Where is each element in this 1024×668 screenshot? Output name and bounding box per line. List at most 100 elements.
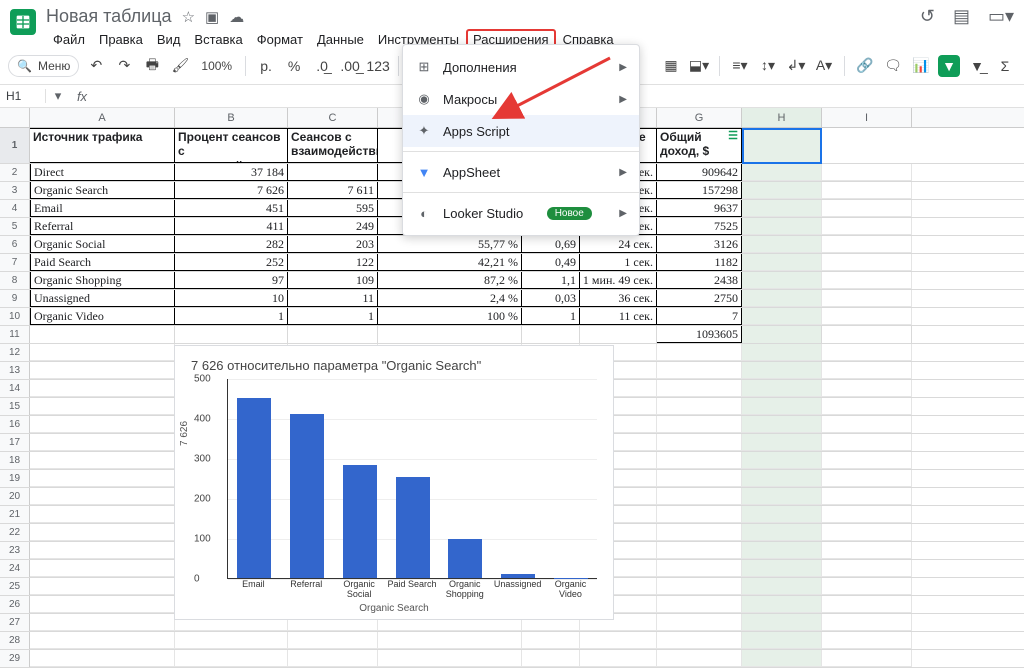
decrease-decimal[interactable]: .0̲ <box>311 55 333 77</box>
cell-h4[interactable] <box>742 200 822 217</box>
cell-i1[interactable] <box>822 128 912 163</box>
row-header-25[interactable]: 25 <box>0 578 30 595</box>
menu-format[interactable]: Формат <box>250 29 310 50</box>
row-header-19[interactable]: 19 <box>0 470 30 487</box>
increase-decimal[interactable]: .00̲ <box>339 55 361 77</box>
merge-button[interactable]: ⬓▾ <box>688 55 710 77</box>
row-header-26[interactable]: 26 <box>0 596 30 613</box>
cell-h10[interactable] <box>742 308 822 325</box>
cell-h8[interactable] <box>742 272 822 289</box>
cell-b9[interactable]: 10 <box>175 290 288 307</box>
cell-g7[interactable]: 1182 <box>657 254 742 271</box>
row-header-27[interactable]: 27 <box>0 614 30 631</box>
cell-c4[interactable]: 595 <box>288 200 378 217</box>
cell-c11[interactable] <box>288 326 378 343</box>
menu-looker[interactable]: ◐Looker StudioНовое▶ <box>403 197 639 229</box>
cell-h3[interactable] <box>742 182 822 199</box>
cell-g3[interactable]: 157298 <box>657 182 742 199</box>
row-header-10[interactable]: 10 <box>0 308 30 325</box>
cell-i2[interactable] <box>822 164 912 181</box>
cell-a3[interactable]: Organic Search <box>30 182 175 199</box>
cell-c1[interactable]: Сеансов с взаимодействием на пользовател… <box>288 128 378 163</box>
row-header-8[interactable]: 8 <box>0 272 30 289</box>
cell-a5[interactable]: Referral <box>30 218 175 235</box>
cell-h1[interactable] <box>742 128 822 163</box>
menu-appsheet[interactable]: ▼AppSheet▶ <box>403 156 639 188</box>
cell-b7[interactable]: 252 <box>175 254 288 271</box>
insert-chart-button[interactable]: 📊 <box>910 55 932 77</box>
cell-b8[interactable]: 97 <box>175 272 288 289</box>
cell-d6[interactable]: 55,77 % <box>378 236 522 253</box>
row-header-14[interactable]: 14 <box>0 380 30 397</box>
cell-b4[interactable]: 451 <box>175 200 288 217</box>
menu-addons[interactable]: ⊞Дополнения▶ <box>403 51 639 83</box>
cell-b11[interactable] <box>175 326 288 343</box>
document-title[interactable]: Новая таблица <box>46 6 172 27</box>
menu-macros[interactable]: ◉Макросы▶ <box>403 83 639 115</box>
cell-a9[interactable]: Unassigned <box>30 290 175 307</box>
cell-g2[interactable]: 909642 <box>657 164 742 181</box>
cell-c8[interactable]: 109 <box>288 272 378 289</box>
menu-apps-script[interactable]: ✦Apps Script <box>403 115 639 147</box>
paint-format-button[interactable]: 🖌 <box>169 55 191 77</box>
cell-h2[interactable] <box>742 164 822 181</box>
cell-a11[interactable] <box>30 326 175 343</box>
name-box[interactable]: H1 <box>0 89 46 103</box>
cell-e11[interactable] <box>522 326 580 343</box>
row-header-29[interactable]: 29 <box>0 650 30 667</box>
row-header-16[interactable]: 16 <box>0 416 30 433</box>
currency-format[interactable]: р. <box>255 55 277 77</box>
cell-e9[interactable]: 0,03 <box>522 290 580 307</box>
cell-a4[interactable]: Email <box>30 200 175 217</box>
row-header-22[interactable]: 22 <box>0 524 30 541</box>
row-header-9[interactable]: 9 <box>0 290 30 307</box>
star-icon[interactable]: ☆ <box>182 8 195 26</box>
cell-i4[interactable] <box>822 200 912 217</box>
cell-f9[interactable]: 36 сек. <box>580 290 657 307</box>
row-header-3[interactable]: 3 <box>0 182 30 199</box>
meet-icon[interactable]: ▭▾ <box>988 6 1014 27</box>
borders-button[interactable]: ▦ <box>660 55 682 77</box>
cell-i3[interactable] <box>822 182 912 199</box>
align-h-button[interactable]: ≡▾ <box>729 55 751 77</box>
cell-f6[interactable]: 24 сек. <box>580 236 657 253</box>
cell-b10[interactable]: 1 <box>175 308 288 325</box>
cell-e10[interactable]: 1 <box>522 308 580 325</box>
menu-insert[interactable]: Вставка <box>187 29 249 50</box>
move-icon[interactable]: ▣ <box>205 8 219 26</box>
cell-c7[interactable]: 122 <box>288 254 378 271</box>
row-header-20[interactable]: 20 <box>0 488 30 505</box>
col-I[interactable]: I <box>822 108 912 127</box>
cell-e8[interactable]: 1,1 <box>522 272 580 289</box>
row-header-17[interactable]: 17 <box>0 434 30 451</box>
cell-d9[interactable]: 2,4 % <box>378 290 522 307</box>
menu-search[interactable]: 🔍Меню <box>8 55 79 77</box>
percent-format[interactable]: % <box>283 55 305 77</box>
cell-a6[interactable]: Organic Social <box>30 236 175 253</box>
name-box-dropdown[interactable]: ▾ <box>46 88 70 104</box>
menu-edit[interactable]: Правка <box>92 29 150 50</box>
cell-f11[interactable] <box>580 326 657 343</box>
sheets-app-icon[interactable] <box>10 9 36 35</box>
cell-i6[interactable] <box>822 236 912 253</box>
cell-d11[interactable] <box>378 326 522 343</box>
cell-g10[interactable]: 7 <box>657 308 742 325</box>
cell-d7[interactable]: 42,21 % <box>378 254 522 271</box>
cell-h5[interactable] <box>742 218 822 235</box>
comment-button[interactable]: 🗨 <box>882 55 904 77</box>
cell-d10[interactable]: 100 % <box>378 308 522 325</box>
cell-i8[interactable] <box>822 272 912 289</box>
embedded-chart[interactable]: 7 626 относительно параметра "Organic Se… <box>174 345 614 620</box>
cell-f10[interactable]: 11 сек. <box>580 308 657 325</box>
cell-b3[interactable]: 7 626 <box>175 182 288 199</box>
cell-b1[interactable]: Процент сеансов с взаимодействием <box>175 128 288 163</box>
col-A[interactable]: A <box>30 108 175 127</box>
cell-a8[interactable]: Organic Shopping <box>30 272 175 289</box>
row-header-2[interactable]: 2 <box>0 164 30 181</box>
cell-g1[interactable]: Общий доход, $☰ <box>657 128 742 163</box>
cloud-icon[interactable]: ☁ <box>229 8 244 26</box>
row-header-11[interactable]: 11 <box>0 326 30 343</box>
cell-f8[interactable]: 1 мин. 49 сек. <box>580 272 657 289</box>
cell-h6[interactable] <box>742 236 822 253</box>
filter-views-button[interactable]: ▼̲ <box>966 55 988 77</box>
